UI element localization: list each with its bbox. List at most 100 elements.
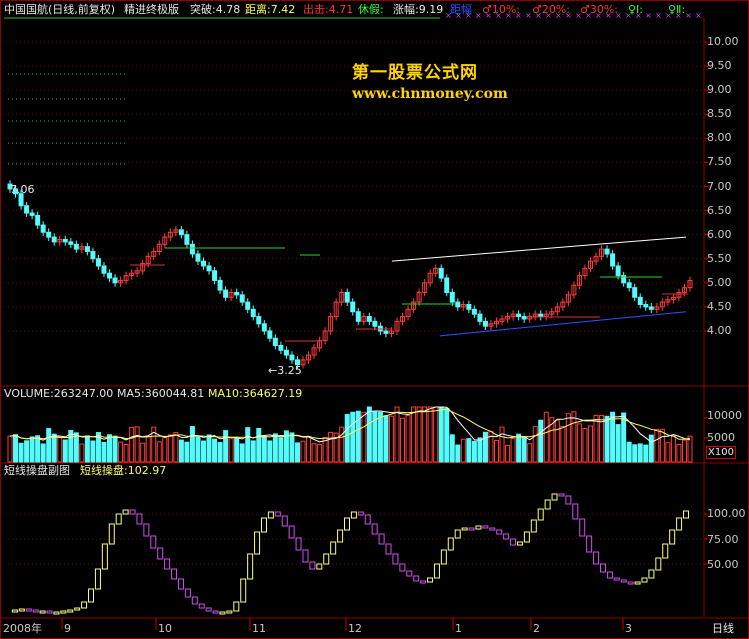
time-label-2008: 2008年 [3,622,42,635]
candle-body [482,320,488,327]
osc-bar [454,529,461,539]
osc-bar [468,527,475,531]
candle-body [212,270,218,281]
osc-bar [350,511,357,519]
volume-bar [118,441,124,463]
osc-bar [74,607,81,611]
rise-value: 涨幅:9.19 [393,3,444,16]
volume-bar [648,434,654,463]
osc-bar [344,517,350,531]
osc-bar [122,509,129,515]
price-axis-label: 6.50 [707,203,732,217]
osc-bar [11,609,18,613]
price-axis-label: 4.50 [707,299,732,313]
candle-body [250,308,256,318]
volume-bar [626,441,632,463]
stock-chart-window[interactable]: × × × × × × × × × × × × × × × × × × × × × × × × × × 中国国航(日线,前复权) … [0,0,749,639]
volume-bar [587,425,593,463]
osc-bar [143,523,150,537]
distance-value: 距离:7.42 [245,3,296,16]
osc-bar [226,610,233,614]
osc-bar [108,523,115,545]
volume-bar [610,411,616,463]
candle-body [477,313,483,322]
candle-body [51,236,57,243]
candle-body [234,291,240,296]
volume-bar [278,437,284,463]
candle-body [637,296,643,306]
osc-bar [482,525,489,529]
candle-body [455,301,461,308]
volume-bar [532,425,538,463]
volume-bar [521,436,527,463]
candle-body [355,311,361,322]
candle-body [35,214,41,226]
osc-bar [330,541,337,555]
volume-unit-badge: X100 [706,446,736,459]
osc-axis-100: 100.00 [707,507,746,520]
osc-bar [115,513,122,525]
osc-bar [641,577,648,583]
marker-cross: × [655,11,662,20]
volume-bar [245,427,251,463]
volume-bar [576,423,582,463]
volume-bar [24,440,30,463]
osc-bar [25,608,32,612]
pct20-value: ♂20%: [532,3,571,16]
candle-body [261,323,267,332]
volume-bar [676,443,682,463]
osc-bar [586,535,593,553]
volume-bar [593,414,599,463]
volume-bar [466,438,472,463]
price-axis-label: 10.00 [707,35,739,48]
osc-bar [503,533,510,540]
price-axis-label: 8.50 [707,107,732,121]
candle-body [444,277,450,293]
osc-bar [371,523,378,535]
candle-body [438,267,444,279]
osc-bar [489,527,496,531]
watermark-url: www.chnmoney.com [352,86,508,102]
candle-body [245,301,251,310]
support-line [439,311,687,337]
osc-bar [81,601,88,609]
osc-bar [627,581,634,585]
volume-bar [62,439,68,463]
candle-body [648,306,654,310]
osc-bar [302,549,309,563]
candle-body [289,354,295,361]
candle-body [239,294,245,303]
volume-bar [632,444,638,463]
volume-bar [51,433,57,463]
price-axis-label: 5.50 [707,251,732,265]
volume-bar [339,426,345,463]
osc-bar [385,543,392,555]
candle-body [101,265,107,274]
osc-bar [295,537,302,551]
osc-bar [88,588,95,603]
volume-bar [471,440,477,463]
candle-body [283,349,289,356]
volume-bar [234,438,240,463]
osc-bar [440,549,447,565]
osc-bar [593,551,600,565]
volume-axis-10000: 10000 [707,409,742,422]
volume-bar [311,443,317,463]
marker-cross: × [695,11,702,20]
candle-body [40,224,46,233]
volume-bar [178,439,184,463]
volume-bar [223,430,229,463]
volume-bar [40,443,46,463]
candle-body [538,313,544,318]
volume-bar [681,439,687,463]
indicator-name: 精进终极版 [124,3,179,16]
candle-body [466,304,472,310]
osc-bar [323,553,330,565]
osc-bar [281,515,288,527]
period-label[interactable]: 日线 [712,622,734,636]
osc-bar [613,577,620,581]
candle-body [200,260,206,267]
osc-bar [364,514,371,525]
candle-body [68,241,74,245]
candle-body [632,287,638,298]
